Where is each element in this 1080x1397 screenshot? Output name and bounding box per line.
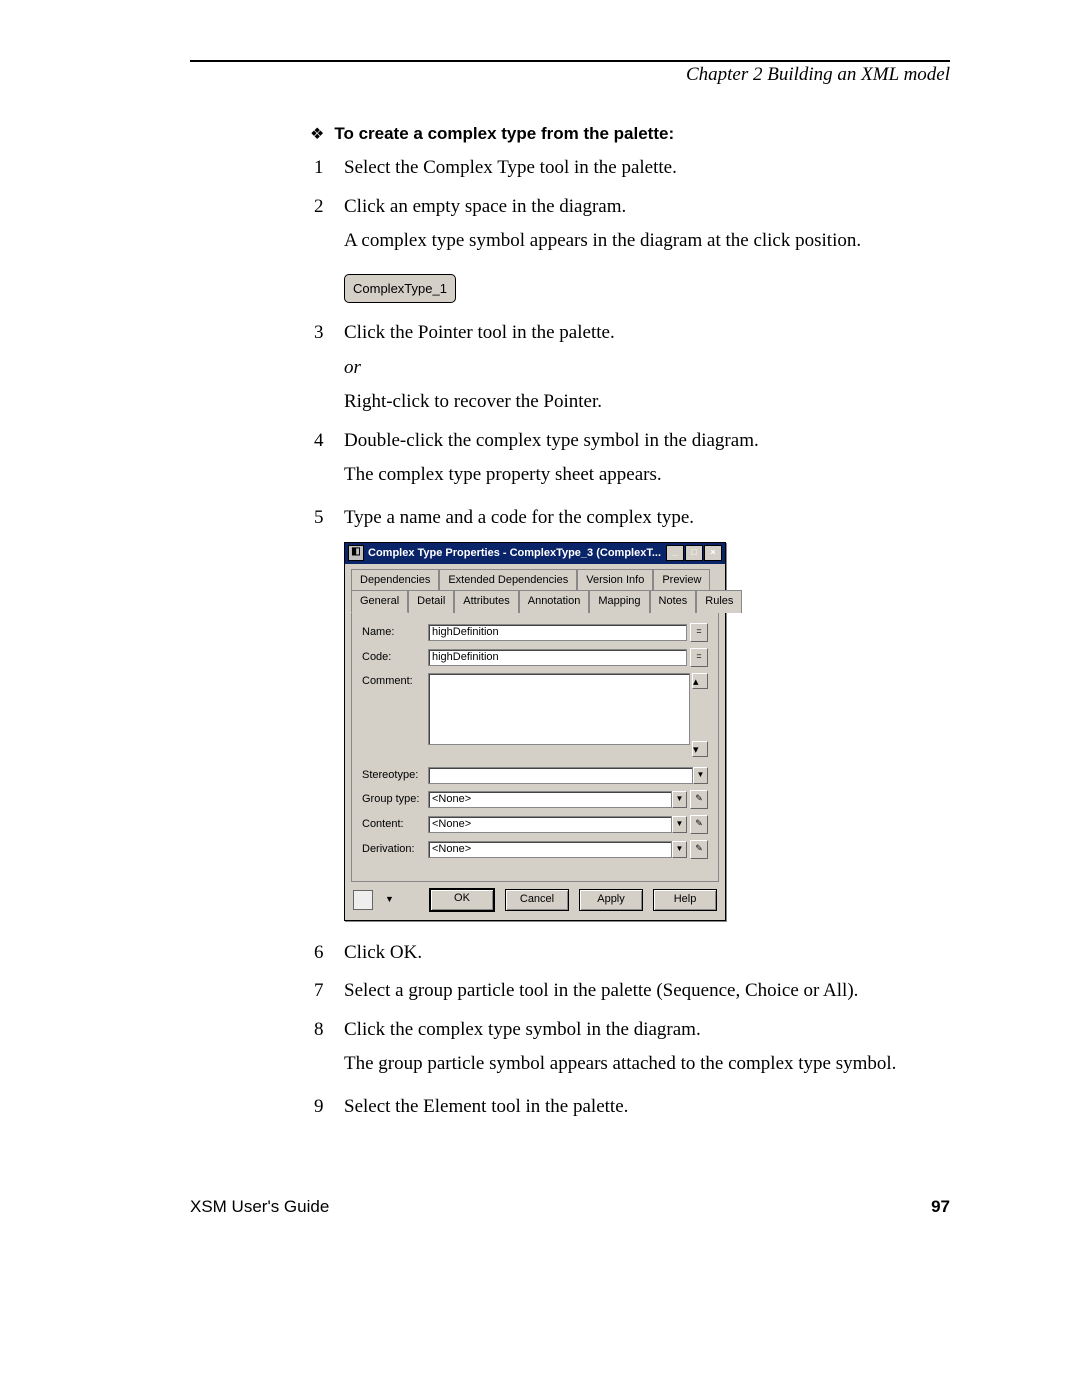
step-number: 9 [314, 1093, 344, 1128]
tab-preview[interactable]: Preview [653, 569, 710, 591]
complex-type-properties-dialog: ◧ Complex Type Properties - ComplexType_… [344, 542, 726, 921]
dropdown-arrow-icon[interactable]: ▼ [672, 841, 687, 858]
scroll-down-icon[interactable]: ▾ [692, 741, 708, 757]
tab-version-info[interactable]: Version Info [577, 569, 653, 591]
maximize-button[interactable]: □ [685, 545, 703, 561]
step-text: Select a group particle tool in the pale… [344, 977, 945, 1006]
chapter-header: Chapter 2 Building an XML model [190, 60, 950, 86]
complex-type-symbol: ComplexType_1 [344, 274, 456, 304]
step-number: 1 [314, 154, 344, 189]
scroll-up-icon[interactable]: ▴ [692, 673, 708, 689]
step-number: 5 [314, 504, 344, 935]
property-sheet-icon[interactable] [353, 890, 373, 910]
cancel-button[interactable]: Cancel [505, 889, 569, 911]
dialog-icon: ◧ [348, 545, 364, 561]
dialog-title: Complex Type Properties - ComplexType_3 … [368, 545, 666, 562]
step-number: 4 [314, 427, 344, 500]
tab-annotation[interactable]: Annotation [519, 590, 590, 613]
apply-button[interactable]: Apply [579, 889, 643, 911]
step-text: Click an empty space in the diagram. [344, 193, 945, 222]
tab-notes[interactable]: Notes [650, 590, 697, 613]
code-side-button[interactable]: = [690, 648, 708, 667]
step-followup: A complex type symbol appears in the dia… [344, 227, 945, 256]
name-input[interactable] [428, 624, 687, 641]
tab-attributes[interactable]: Attributes [454, 590, 518, 613]
section-bullet-icon: ❖ [310, 124, 324, 144]
help-button[interactable]: Help [653, 889, 717, 911]
content-select[interactable]: <None> [428, 816, 672, 833]
close-button[interactable]: × [704, 545, 722, 561]
menu-arrow-icon[interactable]: ▼ [385, 893, 394, 907]
footer-guide: XSM User's Guide [190, 1197, 329, 1217]
dropdown-arrow-icon[interactable]: ▼ [672, 816, 687, 833]
derivation-select[interactable]: <None> [428, 841, 672, 858]
step-text: Click the complex type symbol in the dia… [344, 1016, 945, 1045]
derivation-edit-button[interactable]: ✎ [690, 840, 708, 859]
tab-extended-dependencies[interactable]: Extended Dependencies [439, 569, 577, 591]
stereotype-select[interactable] [428, 767, 693, 784]
tab-general[interactable]: General [351, 590, 408, 613]
step-or: or [344, 354, 945, 383]
tab-mapping[interactable]: Mapping [589, 590, 649, 613]
minimize-button[interactable]: _ [666, 545, 684, 561]
stereotype-label: Stereotype: [362, 767, 428, 784]
derivation-label: Derivation: [362, 841, 428, 858]
name-label: Name: [362, 624, 428, 641]
step-number: 3 [314, 319, 344, 423]
step-number: 6 [314, 939, 344, 974]
content-edit-button[interactable]: ✎ [690, 815, 708, 834]
step-followup: The complex type property sheet appears. [344, 461, 945, 490]
step-text: Click the Pointer tool in the palette. [344, 319, 945, 348]
step-text: Select the Complex Type tool in the pale… [344, 154, 945, 183]
step-text: Type a name and a code for the complex t… [344, 504, 945, 533]
dialog-titlebar[interactable]: ◧ Complex Type Properties - ComplexType_… [345, 543, 725, 564]
comment-label: Comment: [362, 673, 428, 690]
code-input[interactable] [428, 649, 687, 666]
dropdown-arrow-icon[interactable]: ▼ [672, 791, 687, 808]
tab-rules[interactable]: Rules [696, 590, 742, 613]
group-type-select[interactable]: <None> [428, 791, 672, 808]
step-text: Select the Element tool in the palette. [344, 1093, 945, 1122]
step-text: Double-click the complex type symbol in … [344, 427, 945, 456]
group-edit-button[interactable]: ✎ [690, 790, 708, 809]
step-followup: The group particle symbol appears attach… [344, 1050, 945, 1079]
code-label: Code: [362, 649, 428, 666]
section-heading: To create a complex type from the palett… [334, 124, 674, 144]
step-followup: Right-click to recover the Pointer. [344, 388, 945, 417]
page-number: 97 [931, 1197, 950, 1217]
tab-detail[interactable]: Detail [408, 590, 454, 613]
name-side-button[interactable]: = [690, 623, 708, 642]
step-number: 7 [314, 977, 344, 1012]
group-type-label: Group type: [362, 791, 428, 808]
tab-dependencies[interactable]: Dependencies [351, 569, 439, 591]
comment-textarea[interactable] [428, 673, 690, 745]
step-text: Click OK. [344, 939, 945, 968]
step-number: 2 [314, 193, 344, 316]
ok-button[interactable]: OK [429, 888, 495, 912]
content-label: Content: [362, 816, 428, 833]
dropdown-arrow-icon[interactable]: ▼ [693, 767, 708, 784]
step-number: 8 [314, 1016, 344, 1089]
